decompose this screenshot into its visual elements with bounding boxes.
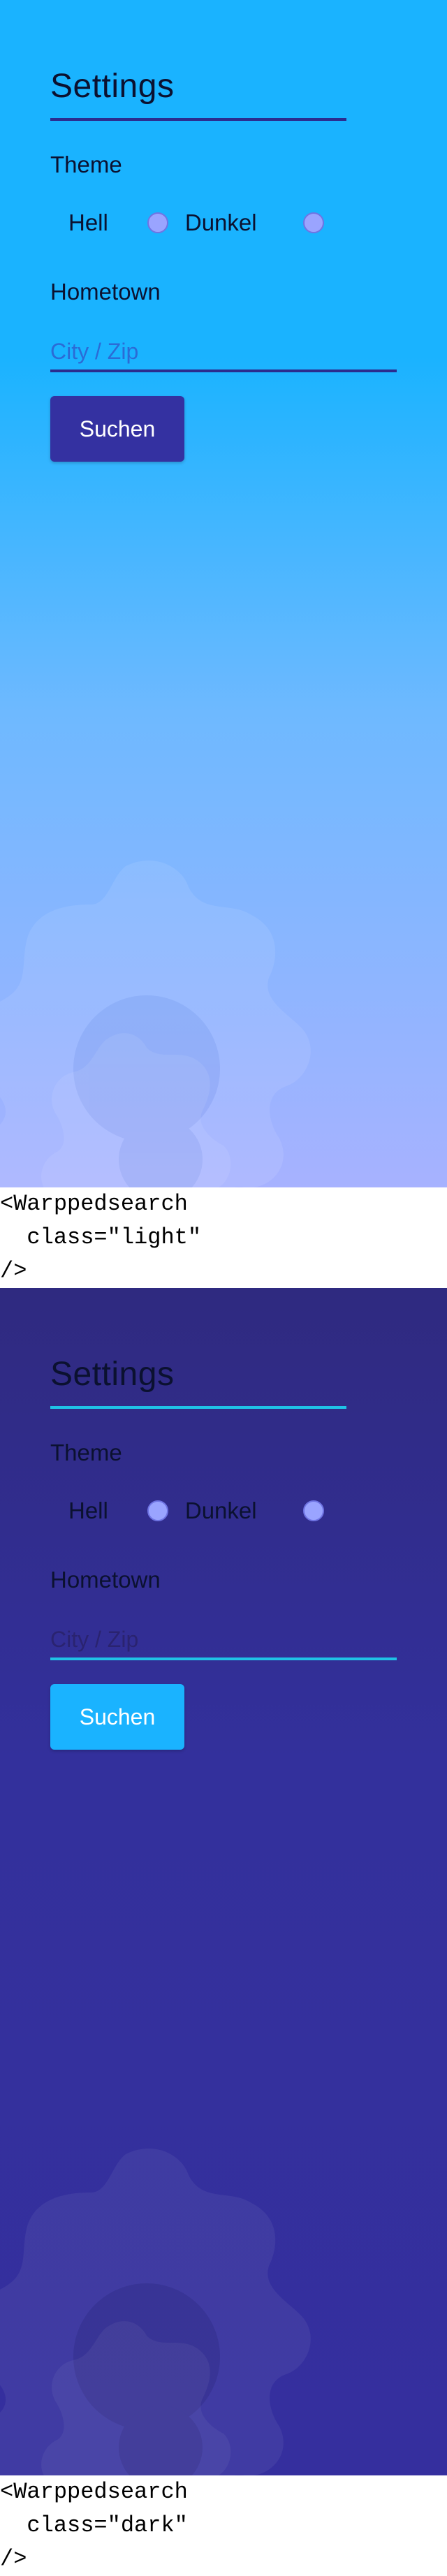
hometown-label: Hometown [50,279,161,305]
settings-panel-light: Settings Theme Hell Dunkel Hometown Such… [0,0,447,1187]
search-button[interactable]: Suchen [50,1684,184,1750]
theme-option-hell[interactable]: Hell [50,1498,168,1524]
title-underline [50,1406,346,1409]
theme-label: Theme [50,1440,122,1465]
hometown-label: Hometown [50,1567,161,1593]
theme-option-label: Hell [68,1498,108,1523]
theme-label: Theme [50,152,122,177]
page-title: Settings [50,1356,175,1393]
theme-radio-hell[interactable] [147,212,168,233]
theme-radio-dunkel[interactable] [302,1500,324,1521]
page-title: Settings [50,68,175,105]
theme-option-label: Dunkel [184,210,257,235]
gear-icon [0,2149,311,2475]
settings-form: Settings Theme Hell Dunkel Hometown Such… [50,67,400,462]
theme-option-label: Dunkel [184,1498,257,1523]
theme-option-dunkel[interactable]: Dunkel [168,210,324,236]
settings-panel-dark: Settings Theme Hell Dunkel Hometown Such… [0,1288,447,2475]
theme-radio-hell[interactable] [147,1500,168,1521]
theme-option-dunkel[interactable]: Dunkel [168,1498,324,1524]
gear-icon [0,861,311,1187]
search-button[interactable]: Suchen [50,396,184,462]
theme-radio-dunkel[interactable] [302,212,324,233]
theme-radio-group: Hell Dunkel [50,206,400,240]
code-snippet-light: <Warppedsearch class="light" /> [0,1191,202,1284]
code-snippet-dark: <Warppedsearch class="dark" /> [0,2479,188,2572]
theme-option-label: Hell [68,210,108,235]
settings-form: Settings Theme Hell Dunkel Hometown Such… [50,1355,400,1750]
theme-option-hell[interactable]: Hell [50,210,168,236]
city-zip-input[interactable] [50,333,397,372]
theme-radio-group: Hell Dunkel [50,1494,400,1528]
title-underline [50,118,346,121]
city-zip-input[interactable] [50,1621,397,1660]
